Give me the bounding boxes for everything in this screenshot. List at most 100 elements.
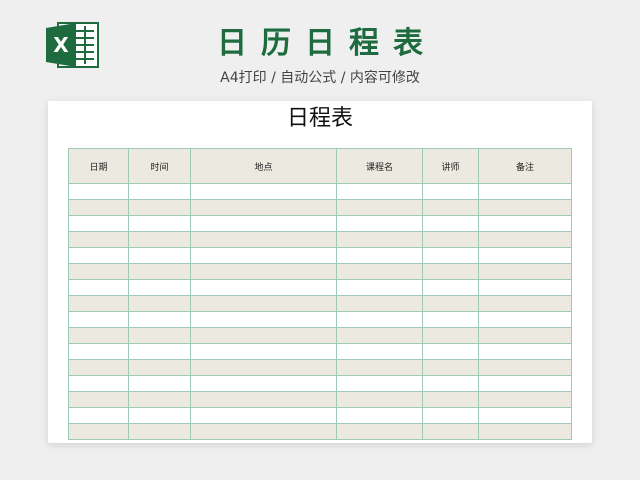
table-cell[interactable] [128, 407, 191, 424]
table-cell[interactable] [128, 375, 191, 392]
table-cell[interactable] [128, 343, 191, 360]
table-cell[interactable] [478, 183, 572, 200]
table-cell[interactable] [422, 199, 479, 216]
table-cell[interactable] [336, 183, 423, 200]
table-cell[interactable] [336, 327, 423, 344]
table-cell[interactable] [478, 391, 572, 408]
table-cell[interactable] [478, 247, 572, 264]
table-cell[interactable] [422, 391, 479, 408]
table-cell[interactable] [68, 247, 129, 264]
table-cell[interactable] [128, 183, 191, 200]
table-cell[interactable] [128, 311, 191, 328]
table-cell[interactable] [336, 407, 423, 424]
table-row [68, 423, 572, 440]
table-cell[interactable] [336, 359, 423, 376]
table-cell[interactable] [422, 247, 479, 264]
table-cell[interactable] [128, 359, 191, 376]
column-header-lecturer: 讲师 [422, 148, 479, 184]
table-cell[interactable] [478, 311, 572, 328]
table-cell[interactable] [68, 231, 129, 248]
table-cell[interactable] [68, 263, 129, 280]
table-cell[interactable] [478, 199, 572, 216]
table-cell[interactable] [422, 295, 479, 312]
table-cell[interactable] [190, 407, 337, 424]
table-cell[interactable] [128, 199, 191, 216]
table-cell[interactable] [190, 343, 337, 360]
table-cell[interactable] [128, 263, 191, 280]
table-cell[interactable] [128, 423, 191, 440]
table-cell[interactable] [422, 279, 479, 296]
table-cell[interactable] [336, 391, 423, 408]
table-cell[interactable] [478, 215, 572, 232]
table-cell[interactable] [336, 343, 423, 360]
table-cell[interactable] [68, 391, 129, 408]
table-cell[interactable] [422, 327, 479, 344]
table-cell[interactable] [422, 343, 479, 360]
table-cell[interactable] [190, 311, 337, 328]
table-cell[interactable] [190, 391, 337, 408]
table-cell[interactable] [478, 407, 572, 424]
table-cell[interactable] [422, 263, 479, 280]
table-cell[interactable] [422, 183, 479, 200]
schedule-sheet: 日程表 日期 时间 地点 课程名 讲师 备注 [48, 101, 592, 443]
table-cell[interactable] [190, 295, 337, 312]
table-cell[interactable] [478, 327, 572, 344]
table-cell[interactable] [478, 423, 572, 440]
table-cell[interactable] [422, 359, 479, 376]
table-cell[interactable] [422, 311, 479, 328]
table-cell[interactable] [478, 375, 572, 392]
table-cell[interactable] [190, 423, 337, 440]
table-cell[interactable] [68, 423, 129, 440]
table-cell[interactable] [336, 311, 423, 328]
table-cell[interactable] [478, 295, 572, 312]
table-cell[interactable] [190, 247, 337, 264]
table-cell[interactable] [478, 359, 572, 376]
table-cell[interactable] [128, 295, 191, 312]
table-cell[interactable] [336, 423, 423, 440]
table-cell[interactable] [478, 263, 572, 280]
table-cell[interactable] [190, 183, 337, 200]
table-cell[interactable] [336, 295, 423, 312]
table-cell[interactable] [422, 231, 479, 248]
table-cell[interactable] [336, 263, 423, 280]
table-cell[interactable] [68, 311, 129, 328]
table-cell[interactable] [190, 199, 337, 216]
table-cell[interactable] [190, 375, 337, 392]
table-cell[interactable] [336, 231, 423, 248]
table-cell[interactable] [422, 215, 479, 232]
table-cell[interactable] [68, 279, 129, 296]
table-cell[interactable] [68, 359, 129, 376]
table-cell[interactable] [128, 215, 191, 232]
table-cell[interactable] [422, 423, 479, 440]
table-cell[interactable] [478, 279, 572, 296]
table-cell[interactable] [68, 343, 129, 360]
table-cell[interactable] [68, 295, 129, 312]
table-body [68, 183, 572, 440]
table-cell[interactable] [190, 279, 337, 296]
table-cell[interactable] [190, 359, 337, 376]
table-cell[interactable] [336, 199, 423, 216]
table-cell[interactable] [422, 375, 479, 392]
table-cell[interactable] [68, 183, 129, 200]
table-cell[interactable] [128, 279, 191, 296]
table-cell[interactable] [68, 375, 129, 392]
table-cell[interactable] [336, 247, 423, 264]
table-cell[interactable] [128, 231, 191, 248]
table-cell[interactable] [68, 327, 129, 344]
table-cell[interactable] [336, 375, 423, 392]
table-cell[interactable] [478, 231, 572, 248]
table-cell[interactable] [68, 407, 129, 424]
table-cell[interactable] [128, 247, 191, 264]
table-cell[interactable] [128, 391, 191, 408]
table-cell[interactable] [190, 327, 337, 344]
table-cell[interactable] [478, 343, 572, 360]
table-cell[interactable] [422, 407, 479, 424]
table-cell[interactable] [68, 215, 129, 232]
table-cell[interactable] [128, 327, 191, 344]
table-cell[interactable] [336, 279, 423, 296]
table-cell[interactable] [190, 263, 337, 280]
table-cell[interactable] [68, 199, 129, 216]
table-cell[interactable] [190, 231, 337, 248]
table-cell[interactable] [336, 215, 423, 232]
table-cell[interactable] [190, 215, 337, 232]
